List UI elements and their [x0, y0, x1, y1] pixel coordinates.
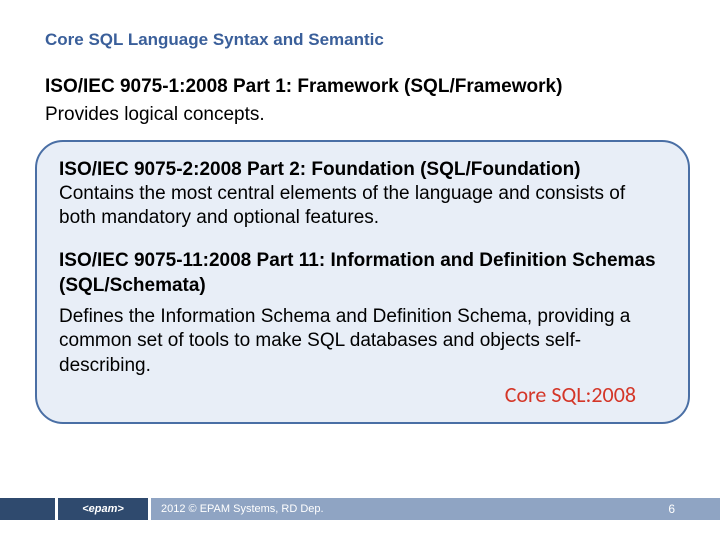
part2-description: Contains the most central elements of th… — [59, 182, 666, 230]
part11-heading: ISO/IEC 9075-11:2008 Part 11: Informatio… — [59, 249, 666, 298]
part1-heading: ISO/IEC 9075-1:2008 Part 1: Framework (S… — [45, 76, 680, 98]
footer-logo-box: <epam> — [58, 498, 148, 520]
footer-bar: <epam> 2012 © EPAM Systems, RD Dep. 6 — [0, 498, 720, 520]
epam-logo: <epam> — [82, 503, 124, 515]
callout-box: ISO/IEC 9075-2:2008 Part 2: Foundation (… — [35, 140, 690, 424]
footer-copyright-bar: 2012 © EPAM Systems, RD Dep. 6 — [151, 498, 720, 520]
part1-description: Provides logical concepts. — [45, 104, 680, 126]
part2-heading: ISO/IEC 9075-2:2008 Part 2: Foundation (… — [59, 158, 666, 182]
page-number: 6 — [668, 502, 675, 516]
slide-title: Core SQL Language Syntax and Semantic — [45, 30, 680, 50]
footer-accent — [0, 498, 55, 520]
copyright-text: 2012 © EPAM Systems, RD Dep. — [151, 503, 324, 515]
core-sql-label: Core SQL:2008 — [59, 381, 666, 408]
part11-description: Defines the Information Schema and Defin… — [59, 305, 666, 379]
